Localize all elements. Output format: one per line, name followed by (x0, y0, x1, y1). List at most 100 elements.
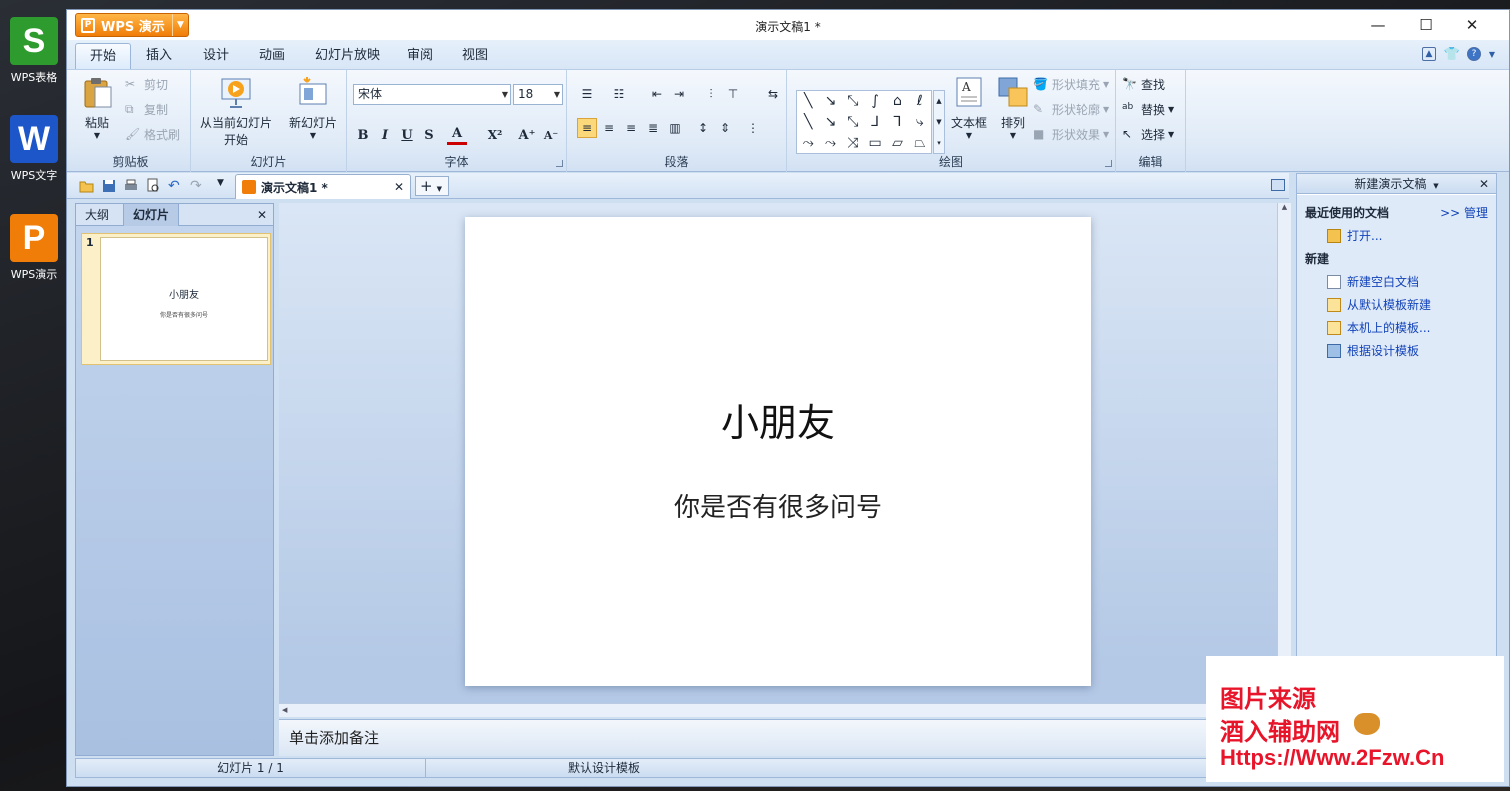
new-slide-button[interactable]: 新幻灯片 ▼ (285, 75, 341, 140)
font-color-button[interactable]: A (447, 125, 467, 145)
close-task-pane-icon[interactable]: ✕ (1479, 174, 1489, 194)
shapes-gallery[interactable]: ╲ ↘ ⤡ ∫ ⌂ ℓ ╲ ↘ ⤡ ⅃ ⅂ ⤷ ⤳ ⤳ ⤨ ▭ ▱ ⏢ (796, 90, 932, 154)
tab-view[interactable]: 视图 (448, 43, 502, 69)
close-pane-icon[interactable]: ✕ (251, 204, 273, 226)
convert-smartart-icon[interactable]: ⇆ (763, 84, 783, 104)
print-icon[interactable] (123, 178, 139, 194)
desktop-icon-wps-presentation[interactable]: P WPS演示 (4, 214, 64, 282)
slide-thumbnail[interactable]: 1 小朋友 你是否有很多问号 (81, 233, 271, 365)
columns-icon[interactable]: ⋮ (743, 118, 763, 138)
line-spacing-icon[interactable]: ↕ (693, 118, 713, 138)
tab-review[interactable]: 审阅 (393, 43, 447, 69)
new-blank-doc-link[interactable]: 新建空白文档 (1327, 273, 1419, 290)
design-template-link[interactable]: 根据设计模板 (1327, 342, 1419, 359)
decrease-indent-icon[interactable]: ⇤ (647, 84, 667, 104)
task-pane-header[interactable]: 新建演示文稿 ▼ ✕ (1297, 174, 1496, 194)
scroll-up-icon[interactable]: ▲ (1278, 203, 1291, 211)
new-from-default-template-link[interactable]: 从默认模板新建 (1327, 296, 1431, 313)
paste-button[interactable]: 粘贴 ▼ (77, 75, 117, 140)
align-left-icon[interactable]: ≡ (577, 118, 597, 138)
arrow-shape-icon[interactable]: ↘ (825, 114, 837, 130)
italic-button[interactable]: I (375, 125, 395, 145)
copy-button[interactable]: ⧉ 复制 (125, 99, 168, 119)
shape-outline-button[interactable]: ✎ 形状轮廓 ▼ (1033, 99, 1109, 119)
increase-indent-icon[interactable]: ⇥ (669, 84, 689, 104)
arrow-shape-icon[interactable]: ↘ (825, 93, 837, 109)
maximize-button[interactable]: ☐ (1409, 14, 1443, 36)
shapes-gallery-scroll[interactable]: ▲ ▼ ▾ (933, 90, 945, 154)
help-dropdown-icon[interactable]: ▼ (1485, 47, 1499, 61)
scribble-shape-icon[interactable]: ℓ (917, 93, 923, 109)
tab-outline[interactable]: 大纲 (76, 204, 118, 226)
collapse-ribbon-icon[interactable]: ▲ (1422, 47, 1436, 61)
curved-connector-icon[interactable]: ⤳ (803, 135, 814, 151)
format-painter-button[interactable]: 🖌 格式刷 (125, 124, 180, 144)
minimize-button[interactable]: — (1361, 14, 1395, 36)
double-arrow-shape-icon[interactable]: ⤡ (847, 114, 858, 130)
slide-subtitle[interactable]: 你是否有很多问号 (465, 487, 1091, 524)
elbow-connector-icon[interactable]: ⅃ (871, 114, 879, 130)
font-name-select[interactable]: 宋体 ▼ (353, 84, 511, 105)
undo-icon[interactable]: ↶ (168, 178, 184, 194)
customize-toolbar-icon[interactable]: ▼ (217, 178, 233, 194)
trapezoid-shape-icon[interactable]: ⏢ (914, 135, 925, 151)
shape-effect-button[interactable]: ■ 形状效果 ▼ (1033, 124, 1109, 144)
parallelogram-shape-icon[interactable]: ▱ (892, 135, 903, 151)
rectangle-shape-icon[interactable]: ▭ (869, 135, 882, 151)
elbow-double-arrow-icon[interactable]: ⤷ (916, 114, 924, 130)
align-text-icon[interactable]: ⊤ (723, 84, 743, 104)
shape-fill-button[interactable]: 🪣 形状填充 ▼ (1033, 74, 1109, 94)
select-button[interactable]: ↖ 选择 ▼ (1122, 124, 1174, 144)
open-link[interactable]: 打开... (1327, 227, 1382, 244)
bullets-icon[interactable]: ☰ (577, 84, 597, 104)
close-tab-icon[interactable]: ✕ (394, 180, 404, 194)
arrange-button[interactable]: 排列 ▼ (993, 75, 1033, 140)
close-button[interactable]: ✕ (1455, 14, 1489, 36)
freeform-shape-icon[interactable]: ⌂ (893, 93, 902, 109)
distribute-icon[interactable]: ▥ (665, 118, 685, 138)
line-shape-icon[interactable]: ╲ (804, 93, 812, 109)
tab-animation[interactable]: 动画 (245, 43, 299, 69)
text-shadow-button[interactable]: S (419, 125, 439, 145)
grow-font-button[interactable]: A⁺ (517, 125, 537, 145)
horizontal-scrollbar[interactable]: ◀ (279, 703, 1277, 717)
curved-arrow-icon[interactable]: ⤳ (825, 135, 836, 151)
font-size-select[interactable]: 18 ▼ (513, 84, 563, 105)
vertical-scrollbar[interactable]: ▲ (1277, 203, 1291, 713)
new-tab-button[interactable]: + ▼ (415, 176, 449, 196)
font-dialog-launcher[interactable] (556, 160, 563, 167)
justify-icon[interactable]: ≣ (643, 118, 663, 138)
window-layout-icon[interactable] (1271, 179, 1285, 191)
curved-double-arrow-icon[interactable]: ⤨ (847, 135, 858, 151)
elbow-arrow-icon[interactable]: ⅂ (894, 114, 902, 130)
help-icon[interactable]: ? (1467, 47, 1481, 61)
textbox-button[interactable]: A 文本框 ▼ (947, 75, 991, 140)
tab-home[interactable]: 开始 (75, 43, 132, 69)
numbering-icon[interactable]: ☷ (609, 84, 629, 104)
tab-design[interactable]: 设计 (189, 43, 243, 69)
replace-button[interactable]: ab 替换 ▼ (1122, 99, 1174, 119)
local-templates-link[interactable]: 本机上的模板... (1327, 319, 1430, 336)
shrink-font-button[interactable]: A⁻ (541, 125, 561, 145)
manage-link[interactable]: >> 管理 (1440, 204, 1488, 221)
desktop-icon-wps-writer[interactable]: W WPS文字 (4, 115, 64, 183)
notes-pane[interactable]: 单击添加备注 (279, 719, 1291, 756)
tab-slides[interactable]: 幻灯片 (123, 204, 180, 226)
underline-button[interactable]: U (397, 125, 417, 145)
slide-canvas[interactable]: 小朋友 你是否有很多问号 (465, 217, 1091, 686)
tab-insert[interactable]: 插入 (132, 43, 186, 69)
document-tab[interactable]: 演示文稿1 * ✕ (235, 174, 411, 199)
scroll-left-icon[interactable]: ◀ (279, 704, 1277, 716)
tab-slideshow[interactable]: 幻灯片放映 (301, 43, 394, 69)
find-button[interactable]: 🔭 查找 (1122, 74, 1165, 94)
redo-icon[interactable]: ↷ (190, 178, 206, 194)
align-right-icon[interactable]: ≡ (621, 118, 641, 138)
desktop-icon-wps-spreadsheet[interactable]: S WPS表格 (4, 17, 64, 85)
print-preview-icon[interactable] (145, 178, 161, 194)
slide-title[interactable]: 小朋友 (465, 392, 1091, 447)
text-direction-icon[interactable]: ⫶ (701, 84, 721, 104)
superscript-button[interactable]: X² (485, 125, 505, 145)
align-center-icon[interactable]: ≡ (599, 118, 619, 138)
play-from-current-button[interactable]: 从当前幻灯片 开始 (195, 75, 277, 148)
skin-shirt-icon[interactable]: 👕 (1444, 47, 1460, 62)
